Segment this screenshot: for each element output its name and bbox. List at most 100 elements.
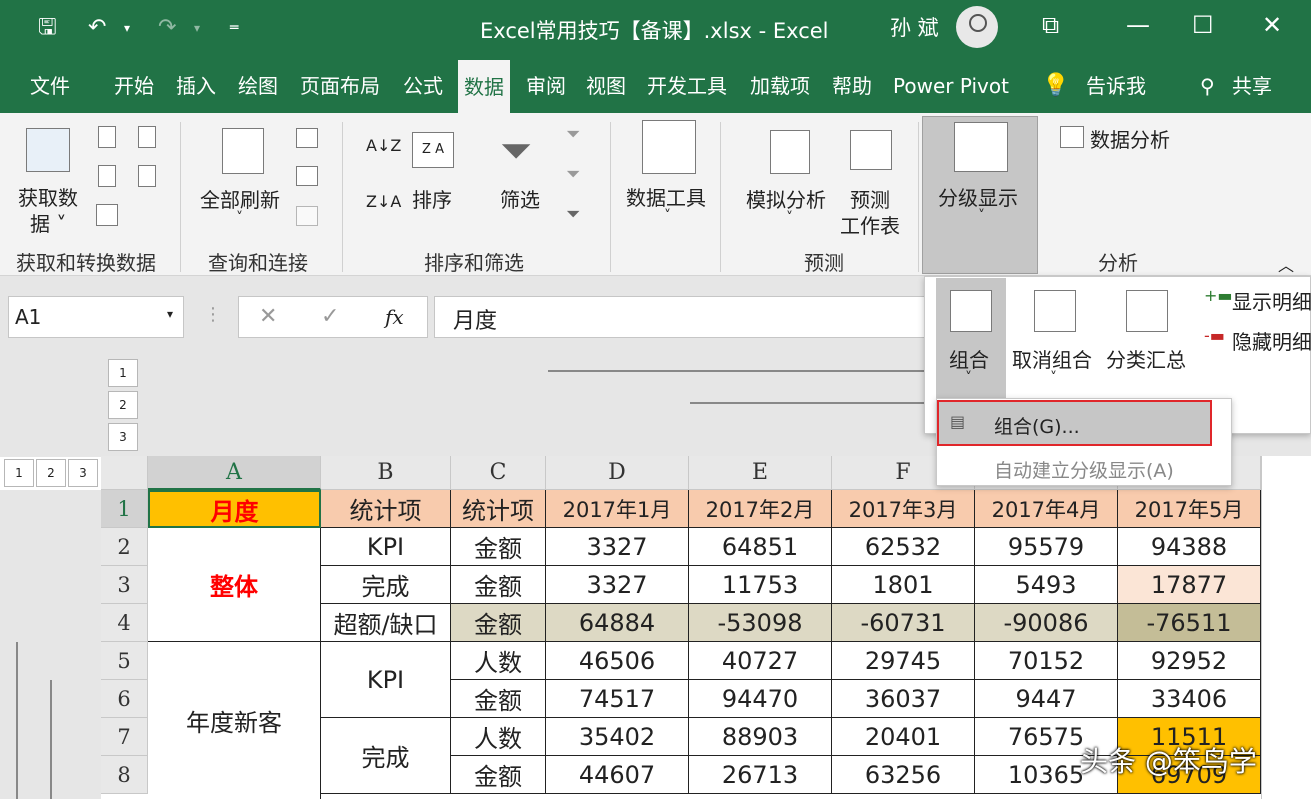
cell-c7[interactable]: 人数	[451, 718, 546, 756]
cell-d5[interactable]: 46506	[546, 642, 689, 680]
tab-insert[interactable]: 插入	[176, 72, 216, 100]
cell-b4[interactable]: 超额/缺口	[321, 604, 451, 642]
col-level-3-button[interactable]: 3	[108, 423, 138, 451]
cell-e4[interactable]: -53098	[689, 604, 832, 642]
sort-button[interactable]: 排序	[412, 184, 452, 213]
cell-c3[interactable]: 金额	[451, 566, 546, 604]
col-level-2-button[interactable]: 2	[108, 391, 138, 419]
cell-d7[interactable]: 35402	[546, 718, 689, 756]
from-table-icon[interactable]	[96, 204, 118, 226]
ribbon-display-icon[interactable]: ⧉	[1042, 12, 1059, 38]
what-if-button[interactable]: 模拟分析	[746, 184, 826, 213]
cell-e8[interactable]: 26713	[689, 756, 832, 794]
cell-a5-merged[interactable]: 年度新客	[148, 642, 321, 799]
column-header-c[interactable]: C	[451, 456, 546, 490]
undo-dropdown-icon[interactable]: ▾	[124, 14, 130, 42]
cell-e6[interactable]: 94470	[689, 680, 832, 718]
column-header-b[interactable]: B	[321, 456, 451, 490]
cell-d3[interactable]: 3327	[546, 566, 689, 604]
tab-home[interactable]: 开始	[114, 72, 154, 100]
cell-f4[interactable]: -60731	[832, 604, 975, 642]
cell-d1[interactable]: 2017年1月	[546, 490, 689, 528]
row-header-8[interactable]: 8	[101, 756, 148, 794]
cell-g5[interactable]: 70152	[975, 642, 1118, 680]
advanced-filter-icon[interactable]: ⏷	[566, 204, 580, 225]
select-all-corner[interactable]	[101, 456, 148, 490]
properties-icon[interactable]	[296, 166, 318, 186]
column-header-d[interactable]: D	[546, 456, 689, 490]
row-header-6[interactable]: 6	[101, 680, 148, 718]
cell-g6[interactable]: 9447	[975, 680, 1118, 718]
tell-me[interactable]: 告诉我	[1086, 72, 1146, 100]
tab-file[interactable]: 文件	[30, 72, 70, 100]
column-header-a[interactable]: A	[148, 456, 321, 490]
cell-a1[interactable]: 月度	[148, 490, 321, 528]
get-data-button-line2[interactable]: 据 ˅	[30, 208, 66, 237]
cell-f2[interactable]: 62532	[832, 528, 975, 566]
cell-d2[interactable]: 3327	[546, 528, 689, 566]
customize-qat-icon[interactable]: ═	[230, 14, 238, 42]
tab-power-pivot[interactable]: Power Pivot	[893, 72, 1009, 100]
cell-h3[interactable]: 17877	[1118, 566, 1261, 604]
enter-icon[interactable]: ✓	[321, 304, 339, 329]
filter-button[interactable]: 筛选	[500, 184, 540, 213]
cell-c8[interactable]: 金额	[451, 756, 546, 794]
tab-draw[interactable]: 绘图	[238, 72, 278, 100]
row-header-7[interactable]: 7	[101, 718, 148, 756]
cancel-icon[interactable]: ✕	[259, 304, 277, 329]
existing-connections-icon[interactable]	[138, 165, 156, 187]
cell-h1[interactable]: 2017年5月	[1118, 490, 1261, 528]
tab-help[interactable]: 帮助	[832, 72, 872, 100]
outline-button[interactable]: 分级显示	[938, 182, 1018, 211]
cell-g2[interactable]: 95579	[975, 528, 1118, 566]
tab-data[interactable]: 数据	[458, 60, 510, 113]
user-name[interactable]: 孙 斌	[890, 12, 939, 42]
cell-c2[interactable]: 金额	[451, 528, 546, 566]
maximize-icon[interactable]: ☐	[1192, 12, 1214, 38]
row-header-2[interactable]: 2	[101, 528, 148, 566]
row-level-1-button[interactable]: 1	[4, 459, 34, 487]
forecast-sheet-button-line2[interactable]: 工作表	[840, 210, 900, 239]
share-button[interactable]: 共享	[1232, 72, 1272, 100]
get-data-button[interactable]: 获取数	[18, 182, 78, 211]
sort-asc-icon[interactable]: A↓Z	[366, 136, 401, 155]
undo-icon[interactable]: ↶	[88, 14, 106, 42]
cell-e1[interactable]: 2017年2月	[689, 490, 832, 528]
close-icon[interactable]: ✕	[1262, 12, 1282, 38]
tab-developer[interactable]: 开发工具	[647, 72, 727, 100]
minimize-icon[interactable]: —	[1126, 12, 1150, 38]
cell-e5[interactable]: 40727	[689, 642, 832, 680]
forecast-sheet-button[interactable]: 预测	[850, 184, 890, 213]
name-box[interactable]: A1 ▾	[8, 296, 184, 338]
cell-b3[interactable]: 完成	[321, 566, 451, 604]
menu-item-auto-outline[interactable]: 自动建立分级显示(A)	[994, 456, 1174, 483]
tab-view[interactable]: 视图	[586, 72, 626, 100]
cell-d8[interactable]: 44607	[546, 756, 689, 794]
cell-g4[interactable]: -90086	[975, 604, 1118, 642]
chevron-down-icon[interactable]: ˅	[1050, 370, 1057, 386]
chevron-down-icon[interactable]: ˅	[965, 370, 972, 386]
cell-e3[interactable]: 11753	[689, 566, 832, 604]
chevron-down-icon[interactable]: ▾	[167, 307, 173, 321]
insert-function-icon[interactable]: fx	[385, 305, 404, 329]
splitter-icon[interactable]: ⋮	[204, 304, 222, 325]
tab-page-layout[interactable]: 页面布局	[300, 72, 380, 100]
cell-g3[interactable]: 5493	[975, 566, 1118, 604]
hide-detail-button[interactable]: 隐藏明细	[1232, 326, 1311, 355]
tab-formulas[interactable]: 公式	[403, 72, 443, 100]
cell-h2[interactable]: 94388	[1118, 528, 1261, 566]
cell-b7-merged[interactable]: 完成	[321, 718, 451, 794]
save-icon[interactable]: 🖫	[38, 14, 57, 42]
tab-review[interactable]: 审阅	[526, 72, 566, 100]
chevron-down-icon[interactable]: ˅	[236, 210, 243, 226]
cell-b2[interactable]: KPI	[321, 528, 451, 566]
cell-b1[interactable]: 统计项	[321, 490, 451, 528]
row-header-5[interactable]: 5	[101, 642, 148, 680]
refresh-all-button[interactable]: 全部刷新	[200, 184, 280, 213]
sort-desc-icon[interactable]: Z↓A	[366, 192, 401, 211]
cell-d4[interactable]: 64884	[546, 604, 689, 642]
cell-f5[interactable]: 29745	[832, 642, 975, 680]
show-detail-button[interactable]: 显示明细	[1232, 286, 1311, 315]
cell-d6[interactable]: 74517	[546, 680, 689, 718]
cell-f8[interactable]: 63256	[832, 756, 975, 794]
